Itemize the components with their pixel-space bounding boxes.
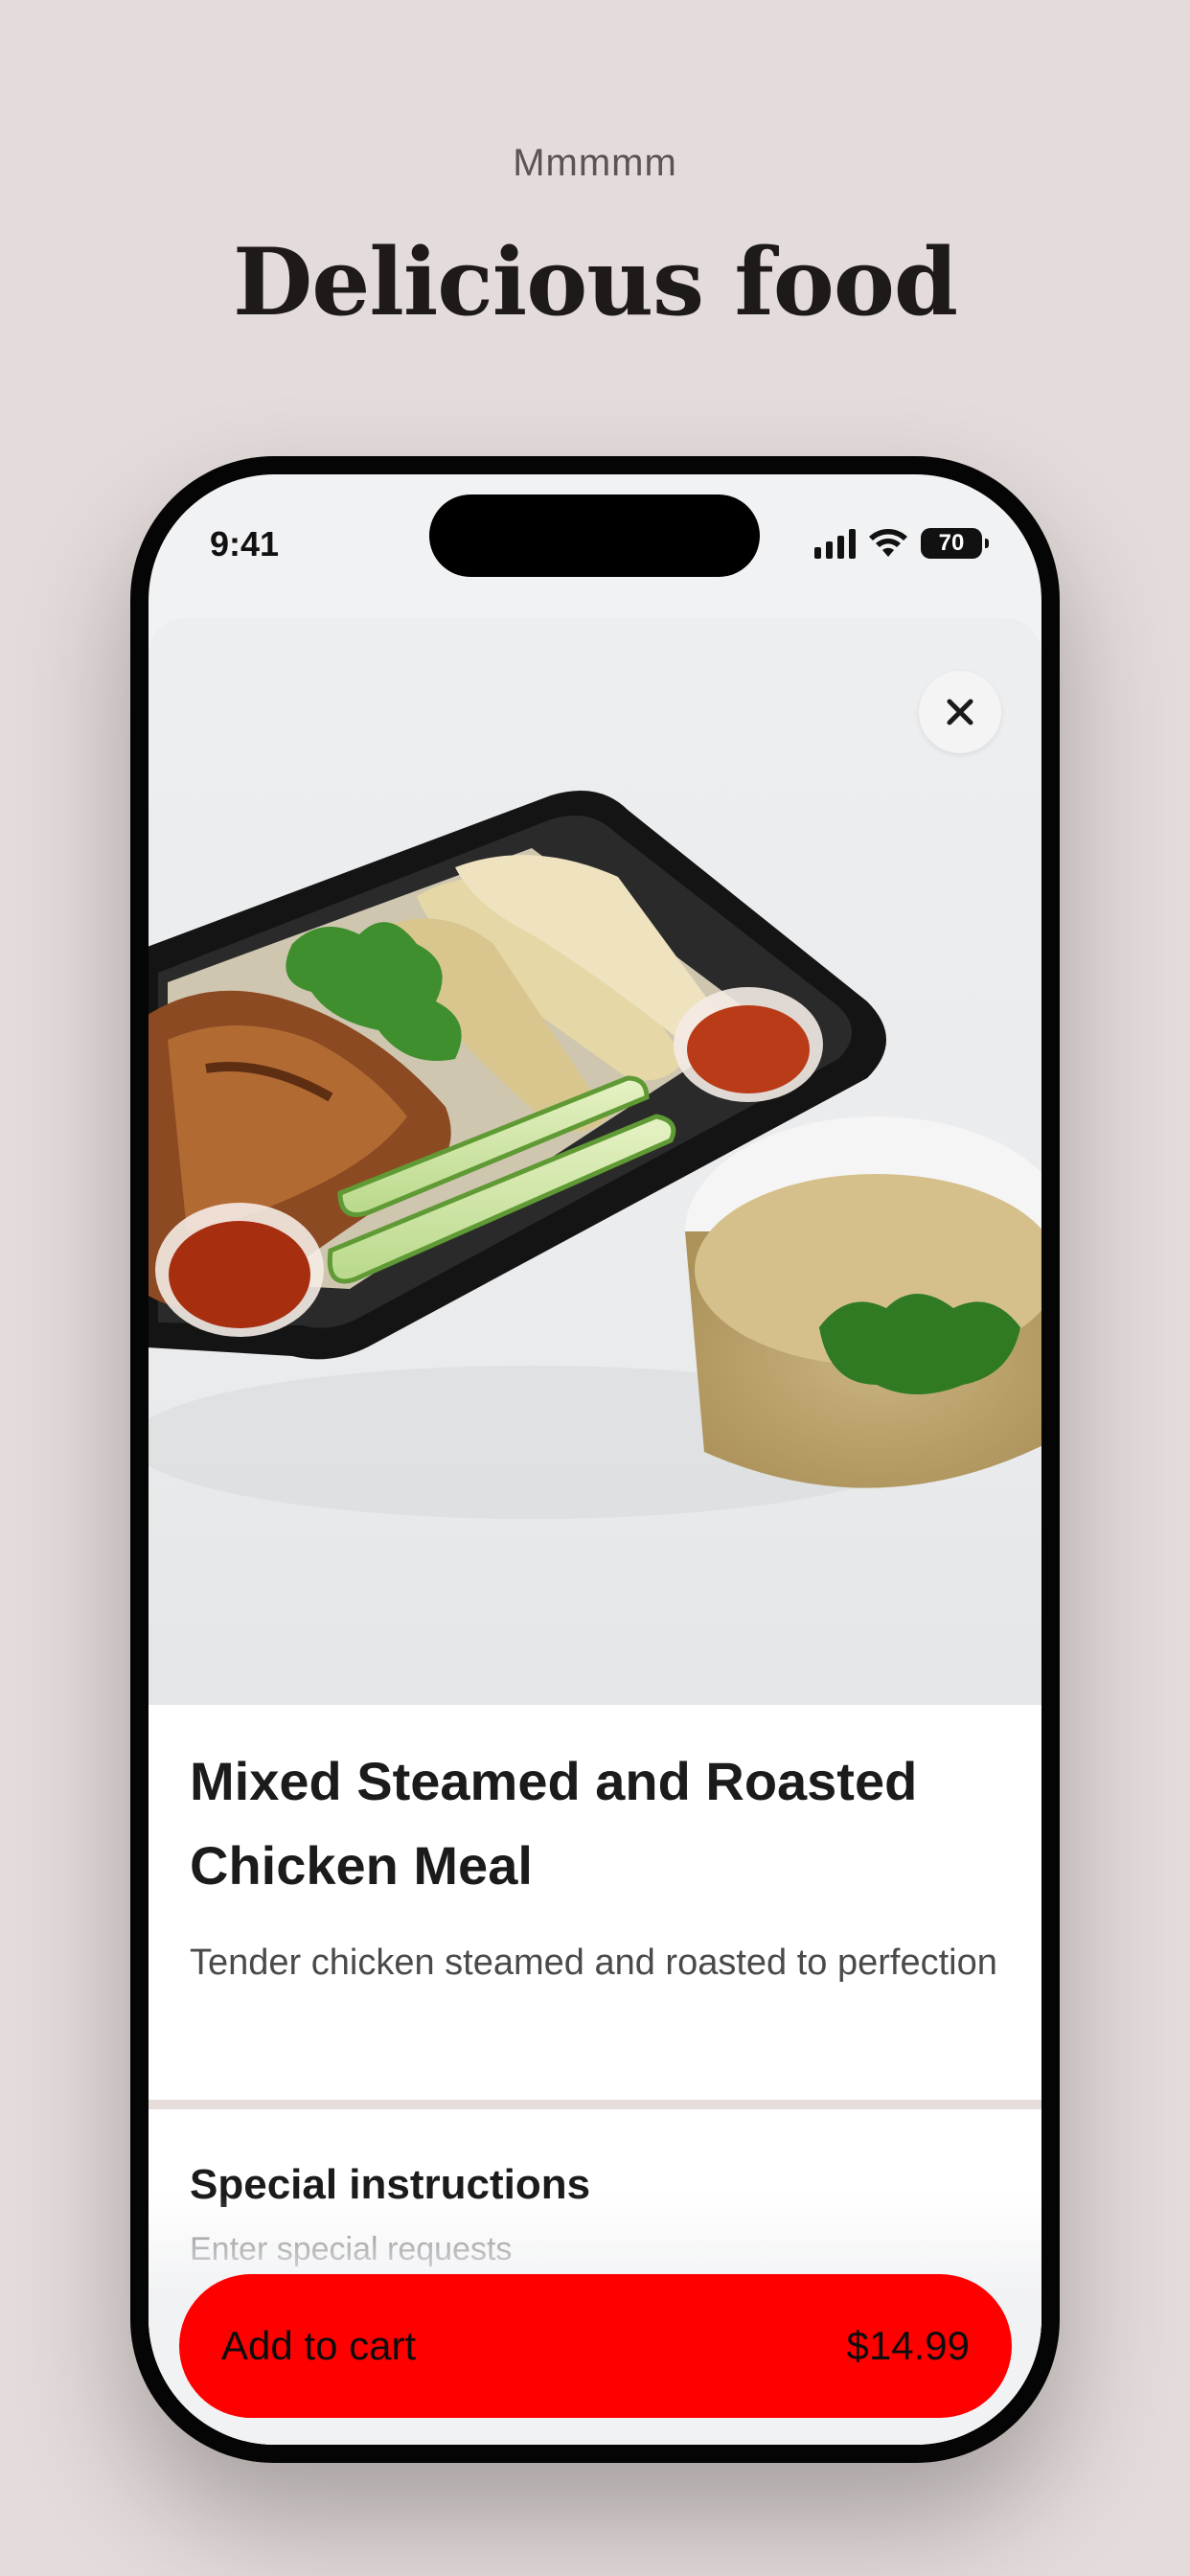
status-time: 9:41 — [210, 524, 280, 564]
close-button[interactable] — [919, 671, 1001, 753]
dynamic-island — [429, 494, 760, 577]
hero-subtitle: Mmmmm — [513, 142, 677, 184]
item-description: Tender chicken steamed and roasted to pe… — [190, 1943, 997, 1983]
phone-mockup: 9:41 70 Mixed Steamed and Roasted Chicke… — [130, 456, 1060, 2463]
battery-icon: 70 — [921, 528, 989, 559]
food-illustration — [149, 791, 1041, 1519]
section-divider — [149, 2100, 1041, 2109]
add-to-cart-button[interactable]: Add to cart $14.99 — [179, 2274, 1012, 2418]
close-icon — [947, 699, 973, 725]
status-icons: 70 — [814, 528, 989, 559]
item-detail-sheet: Mixed Steamed and Roasted Chicken Meal T… — [149, 618, 1041, 2445]
cellular-signal-icon — [814, 528, 856, 559]
wifi-icon — [869, 529, 907, 557]
food-photo — [149, 618, 1041, 1705]
add-to-cart-label: Add to cart — [221, 2323, 417, 2368]
phone-screen: 9:41 70 Mixed Steamed and Roasted Chicke… — [149, 474, 1041, 2445]
hero-title: Delicious food — [233, 228, 958, 336]
cart-price: $14.99 — [846, 2323, 970, 2368]
item-title: Mixed Steamed and Roasted Chicken Meal — [190, 1751, 918, 1896]
